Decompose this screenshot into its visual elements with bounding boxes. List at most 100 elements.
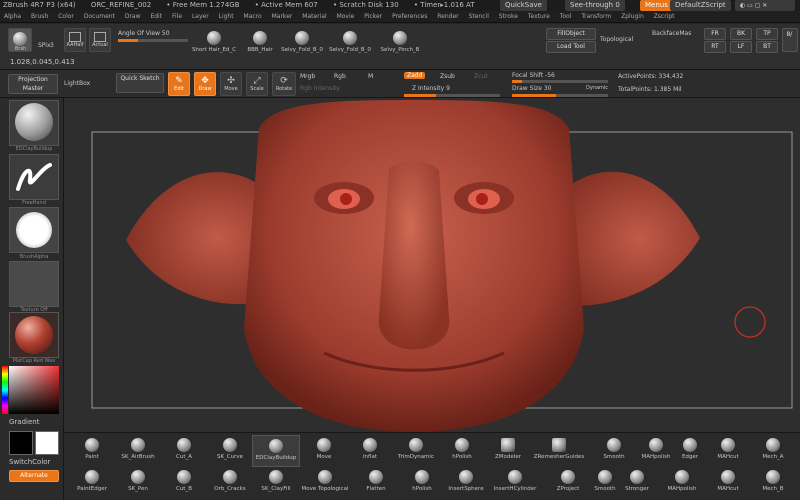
brush-zremesherguides[interactable]: ZRemesherGuides [530, 435, 588, 467]
angle-of-view-track[interactable] [118, 39, 188, 42]
menu-transform[interactable]: Transform [581, 13, 611, 20]
draw-button[interactable]: ✥ Draw [194, 72, 216, 96]
mrgb-button[interactable]: Mrgb [300, 73, 315, 80]
brush-slot-3[interactable]: Selvy_Fold_B_0 [278, 28, 326, 60]
fill-object-button[interactable]: FillObject [546, 28, 596, 40]
menu-preferences[interactable]: Preferences [392, 13, 427, 20]
see-through-slider[interactable]: See-through 0 [565, 0, 625, 11]
view-bottom-button[interactable]: BT [756, 41, 778, 53]
brush-edclaybuildup[interactable]: EDClayBuildup [252, 435, 300, 467]
draw-size-slider[interactable]: Draw Size 30 [512, 85, 551, 92]
view-front-button[interactable]: FR [704, 28, 726, 40]
zadd-button[interactable]: Zadd [404, 72, 426, 79]
color-picker[interactable] [9, 366, 59, 414]
brush-mahpolish[interactable]: MAHpolish [632, 435, 680, 467]
brush-slot-2[interactable]: BBB_Hair [236, 28, 284, 60]
menu-zscript[interactable]: Zscript [654, 13, 675, 20]
z-intensity-slider[interactable]: Z Intensity 9 [412, 85, 450, 92]
view-right-button[interactable]: RT [704, 41, 726, 53]
edit-button[interactable]: ✎ Edit [168, 72, 190, 96]
menu-document[interactable]: Document [84, 13, 115, 20]
rotate-button[interactable]: ⟳ Rotate [272, 72, 296, 96]
brush-orb-cracks[interactable]: Orb_Cracks [206, 467, 254, 499]
menu-material[interactable]: Material [302, 13, 326, 20]
brush-edger[interactable]: Edger [674, 435, 706, 467]
load-tool-button[interactable]: Load Tool [546, 41, 596, 53]
sculpt-canvas[interactable] [64, 98, 800, 432]
brush-mech-a[interactable]: Mech_A [750, 435, 796, 467]
alternate-button[interactable]: Alternate [9, 470, 59, 482]
brush-sk-clayfill[interactable]: SK_ClayFill [252, 467, 300, 499]
brush-smooth[interactable]: Smooth [590, 435, 638, 467]
z-intensity-track[interactable] [404, 94, 500, 97]
texture-thumbnail[interactable] [9, 261, 59, 307]
quick-sketch-button[interactable]: Quick Sketch [116, 73, 164, 93]
scale-button[interactable]: ⤢ Scale [246, 72, 268, 96]
brush-inserthcylinder[interactable]: InsertHCylinder [488, 467, 542, 499]
brush-inflat[interactable]: Inflat [346, 435, 394, 467]
material-thumbnail[interactable] [9, 312, 59, 358]
brush-zmodeler[interactable]: ZModeler [484, 435, 532, 467]
view-back-button[interactable]: BK [730, 28, 752, 40]
move-button[interactable]: ✣ Move [220, 72, 242, 96]
menu-texture[interactable]: Texture [528, 13, 550, 20]
menu-brush[interactable]: Brush [31, 13, 48, 20]
stroke-thumbnail[interactable] [9, 154, 59, 200]
quicksave-button[interactable]: QuickSave [500, 0, 547, 11]
menus-button[interactable]: Menus [640, 0, 673, 11]
brush-smooth-2[interactable]: Smooth [590, 467, 620, 499]
menu-picker[interactable]: Picker [364, 13, 382, 20]
brush-insertsphere[interactable]: InsertSphere [442, 467, 490, 499]
alpha-thumbnail[interactable] [9, 207, 59, 253]
rgb-intensity-slider[interactable]: Rgb Intensity [300, 85, 340, 92]
actual-button[interactable]: Actual [89, 28, 111, 52]
main-color-swatch[interactable] [9, 431, 33, 455]
menu-alpha[interactable]: Alpha [4, 13, 21, 20]
brush-sk-airbrush[interactable]: SK_AirBrush [114, 435, 162, 467]
dynamic-toggle[interactable]: Dynamic [586, 85, 608, 91]
menu-macro[interactable]: Macro [244, 13, 262, 20]
brush-slot-5[interactable]: Selvy_Pinch_B [376, 28, 424, 60]
window-controls[interactable]: ◐ ▭ ▢ ✕ [735, 0, 795, 11]
menu-color[interactable]: Color [58, 13, 74, 20]
hue-strip[interactable] [2, 366, 8, 414]
spix-value[interactable]: 3 [50, 42, 54, 49]
brush-sk-curve[interactable]: SK_Curve [206, 435, 254, 467]
brush-cut-b[interactable]: Cut_B [160, 467, 208, 499]
default-zscript-button[interactable]: DefaultZScript [670, 0, 731, 11]
canvas-viewport[interactable] [64, 98, 800, 432]
draw-size-track[interactable] [512, 94, 608, 97]
focal-shift-slider[interactable]: Focal Shift -56 [512, 72, 555, 79]
secondary-color-swatch[interactable] [35, 431, 59, 455]
menu-zplugin[interactable]: Zplugin [621, 13, 644, 20]
brush-move[interactable]: Move [300, 435, 348, 467]
menu-marker[interactable]: Marker [272, 13, 293, 20]
zsub-button[interactable]: Zsub [440, 73, 455, 80]
cut-toggle[interactable]: 8/ [782, 28, 798, 52]
brush-button[interactable]: Brsh [8, 28, 32, 52]
menu-render[interactable]: Render [437, 13, 458, 20]
brush-thumbnail[interactable] [9, 100, 59, 146]
brush-stronger[interactable]: Stronger [620, 467, 654, 499]
menu-draw[interactable]: Draw [125, 13, 141, 20]
menu-stroke[interactable]: Stroke [499, 13, 518, 20]
angle-of-view-slider[interactable]: Angle Of View 50 [118, 30, 170, 37]
view-top-button[interactable]: TP [756, 28, 778, 40]
brush-cut-a[interactable]: Cut_A [160, 435, 208, 467]
backface-mask-toggle[interactable]: BackfaceMas [652, 30, 691, 37]
brush-mech-b[interactable]: Mech_B [750, 467, 796, 499]
brush-paintedger[interactable]: PaintEdger [68, 467, 116, 499]
topological-toggle[interactable]: Topological [600, 36, 633, 43]
brush-mahcut[interactable]: MAHcut [708, 435, 748, 467]
projection-master-button[interactable]: Projection Master [8, 74, 58, 94]
gradient-toggle[interactable]: Gradient [9, 418, 39, 426]
menu-tool[interactable]: Tool [560, 13, 572, 20]
lightbox-button[interactable]: LightBox [64, 80, 90, 87]
menu-stencil[interactable]: Stencil [469, 13, 489, 20]
menu-movie[interactable]: Movie [337, 13, 355, 20]
brush-sk-pen[interactable]: SK_Pen [114, 467, 162, 499]
brush-mahpolish-2[interactable]: MAHpolish [658, 467, 706, 499]
brush-slot-4[interactable]: Selvy_Fold_B_0 [326, 28, 374, 60]
rgb-button[interactable]: Rgb [334, 73, 346, 80]
brush-hpolish-2[interactable]: hPolish [398, 467, 446, 499]
